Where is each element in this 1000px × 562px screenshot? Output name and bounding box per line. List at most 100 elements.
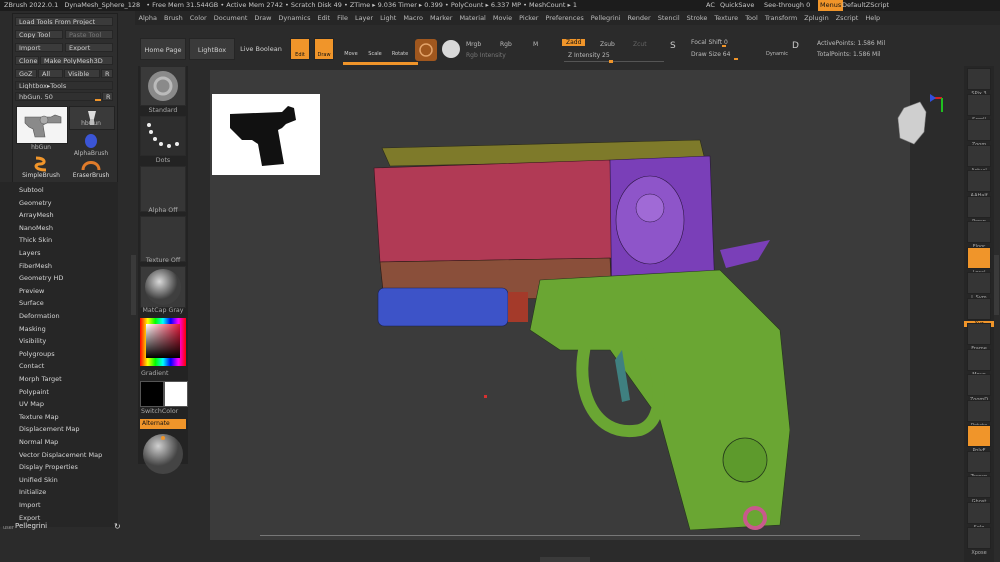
scale-button[interactable]: Scale bbox=[365, 38, 385, 60]
menu-layer[interactable]: Layer bbox=[355, 11, 373, 25]
menu-marker[interactable]: Marker bbox=[430, 11, 452, 25]
navigation-head-icon[interactable] bbox=[890, 88, 950, 158]
rotate-button[interactable]: Rotate bbox=[389, 38, 411, 60]
menu-alpha[interactable]: Alpha bbox=[139, 11, 157, 25]
draw-size-slider[interactable]: Draw Size 64 bbox=[691, 51, 730, 58]
rgb-button[interactable]: Rgb bbox=[500, 41, 512, 48]
export-button[interactable]: Export bbox=[65, 43, 113, 52]
r-button[interactable]: R bbox=[101, 69, 113, 78]
tool-menu-nanomesh[interactable]: NanoMesh bbox=[19, 224, 53, 232]
z-intensity-slider[interactable]: Z Intensity 25 bbox=[568, 52, 610, 59]
draw-size-handle[interactable] bbox=[734, 58, 738, 60]
shelf-spix-3-button[interactable] bbox=[967, 68, 991, 90]
tool-menu-display-properties[interactable]: Display Properties bbox=[19, 463, 78, 471]
bottom-tray-handle[interactable] bbox=[540, 557, 590, 562]
visible-button[interactable]: Visible bbox=[64, 69, 100, 78]
menus-toggle[interactable]: Menus bbox=[818, 0, 844, 11]
refresh-icon[interactable]: ↻ bbox=[114, 523, 122, 531]
tool-menu-geometry-hd[interactable]: Geometry HD bbox=[19, 274, 63, 282]
tool-menu-preview[interactable]: Preview bbox=[19, 287, 44, 295]
shelf-xyz-button[interactable] bbox=[967, 297, 991, 320]
menu-picker[interactable]: Picker bbox=[519, 11, 538, 25]
goz-button[interactable]: GoZ bbox=[15, 69, 37, 78]
menu-draw[interactable]: Draw bbox=[254, 11, 271, 25]
matcap-button[interactable] bbox=[140, 266, 186, 308]
tool-menu-fibermesh[interactable]: FiberMesh bbox=[19, 262, 52, 270]
tool-menu-uv-map[interactable]: UV Map bbox=[19, 400, 44, 408]
dynamic-button[interactable]: Dynamic bbox=[766, 51, 788, 57]
shelf-persp-button[interactable] bbox=[967, 195, 991, 218]
color-picker[interactable] bbox=[140, 318, 186, 366]
tool-menu-deformation[interactable]: Deformation bbox=[19, 312, 60, 320]
menu-pellegrini[interactable]: Pellegrini bbox=[591, 11, 621, 25]
tool-menu-morph-target[interactable]: Morph Target bbox=[19, 375, 62, 383]
tool-menu-unified-skin[interactable]: Unified Skin bbox=[19, 476, 58, 484]
slider-r-button[interactable]: R bbox=[102, 92, 113, 101]
dots-stroke-button[interactable] bbox=[140, 116, 186, 156]
menu-dynamics[interactable]: Dynamics bbox=[278, 11, 310, 25]
lightbox-tools-button[interactable]: Lightbox▸Tools bbox=[15, 81, 113, 90]
primary-color-swatch[interactable] bbox=[140, 381, 164, 407]
tool-menu-texture-map[interactable]: Texture Map bbox=[19, 413, 59, 421]
alpha-off-button[interactable] bbox=[140, 166, 186, 212]
menu-light[interactable]: Light bbox=[380, 11, 396, 25]
m-button[interactable]: M bbox=[533, 41, 538, 48]
color-square[interactable] bbox=[146, 324, 180, 358]
shelf-aahalf-button[interactable] bbox=[967, 170, 991, 192]
shelf-frame-button[interactable] bbox=[967, 323, 991, 345]
tool-menu-geometry[interactable]: Geometry bbox=[19, 199, 51, 207]
menu-render[interactable]: Render bbox=[628, 11, 651, 25]
revolver-model[interactable] bbox=[360, 130, 790, 530]
menu-texture[interactable]: Texture bbox=[714, 11, 738, 25]
tool-menu-vector-displacement-map[interactable]: Vector Displacement Map bbox=[19, 451, 102, 459]
gizmo-button[interactable] bbox=[415, 39, 437, 61]
material-preview[interactable] bbox=[141, 432, 185, 476]
home-page-button[interactable]: Home Page bbox=[140, 38, 186, 60]
shelf-zoomd-button[interactable] bbox=[967, 374, 991, 396]
tool-menu-masking[interactable]: Masking bbox=[19, 325, 46, 333]
menu-zplugin[interactable]: Zplugin bbox=[804, 11, 829, 25]
copy-tool-button[interactable]: Copy Tool bbox=[15, 30, 63, 39]
shelf-move-button[interactable] bbox=[967, 348, 991, 371]
shelf-solo-button[interactable] bbox=[967, 501, 991, 524]
s-icon[interactable]: S bbox=[670, 41, 682, 59]
shelf-l-sym-button[interactable] bbox=[967, 272, 991, 294]
default-zscript-button[interactable]: DefaultZScript bbox=[842, 0, 889, 11]
left-tray-handle[interactable] bbox=[131, 255, 136, 315]
clone-button[interactable]: Clone bbox=[15, 56, 39, 65]
tool-menu-arraymesh[interactable]: ArrayMesh bbox=[19, 211, 54, 219]
quicksave-button[interactable]: QuickSave bbox=[720, 0, 754, 11]
standard-brush-button[interactable] bbox=[140, 66, 186, 106]
menu-preferences[interactable]: Preferences bbox=[545, 11, 583, 25]
tool-menu-polypaint[interactable]: Polypaint bbox=[19, 388, 49, 396]
tool-menu-layers[interactable]: Layers bbox=[19, 249, 41, 257]
shelf-xpose-button[interactable] bbox=[967, 527, 991, 549]
texture-off-button[interactable] bbox=[140, 216, 186, 262]
live-boolean-button[interactable]: Live Boolean bbox=[238, 38, 284, 60]
right-tray-handle[interactable] bbox=[994, 255, 999, 315]
d-icon[interactable]: D bbox=[792, 41, 804, 59]
tool-menu-thick-skin[interactable]: Thick Skin bbox=[19, 236, 52, 244]
rgb-intensity-slider[interactable]: Rgb Intensity bbox=[466, 52, 506, 59]
menu-stroke[interactable]: Stroke bbox=[687, 11, 708, 25]
tool-menu-displacement-map[interactable]: Displacement Map bbox=[19, 425, 79, 433]
menu-color[interactable]: Color bbox=[190, 11, 207, 25]
z-intensity-handle[interactable] bbox=[609, 60, 613, 63]
zsub-button[interactable]: Zsub bbox=[600, 41, 615, 48]
menu-zscript[interactable]: Zscript bbox=[836, 11, 859, 25]
shelf-scroll-button[interactable] bbox=[967, 93, 991, 116]
tool-menu-initialize[interactable]: Initialize bbox=[19, 488, 46, 496]
shelf-polyf-button[interactable] bbox=[967, 425, 991, 447]
alternate-toggle[interactable]: Alternate bbox=[140, 419, 186, 429]
tool-menu-normal-map[interactable]: Normal Map bbox=[19, 438, 58, 446]
shelf-local-button[interactable] bbox=[967, 246, 991, 269]
tool-slider[interactable]: hbGun. 50 bbox=[15, 92, 101, 101]
see-through-slider[interactable]: See-through 0 bbox=[764, 0, 810, 11]
paste-tool-button[interactable]: Paste Tool bbox=[65, 30, 113, 39]
shelf-transp-button[interactable] bbox=[967, 450, 991, 473]
menu-movie[interactable]: Movie bbox=[493, 11, 512, 25]
menu-edit[interactable]: Edit bbox=[317, 11, 330, 25]
tool-menu-import[interactable]: Import bbox=[19, 501, 41, 509]
shelf-rotate-button[interactable] bbox=[967, 399, 991, 422]
menu-material[interactable]: Material bbox=[459, 11, 485, 25]
